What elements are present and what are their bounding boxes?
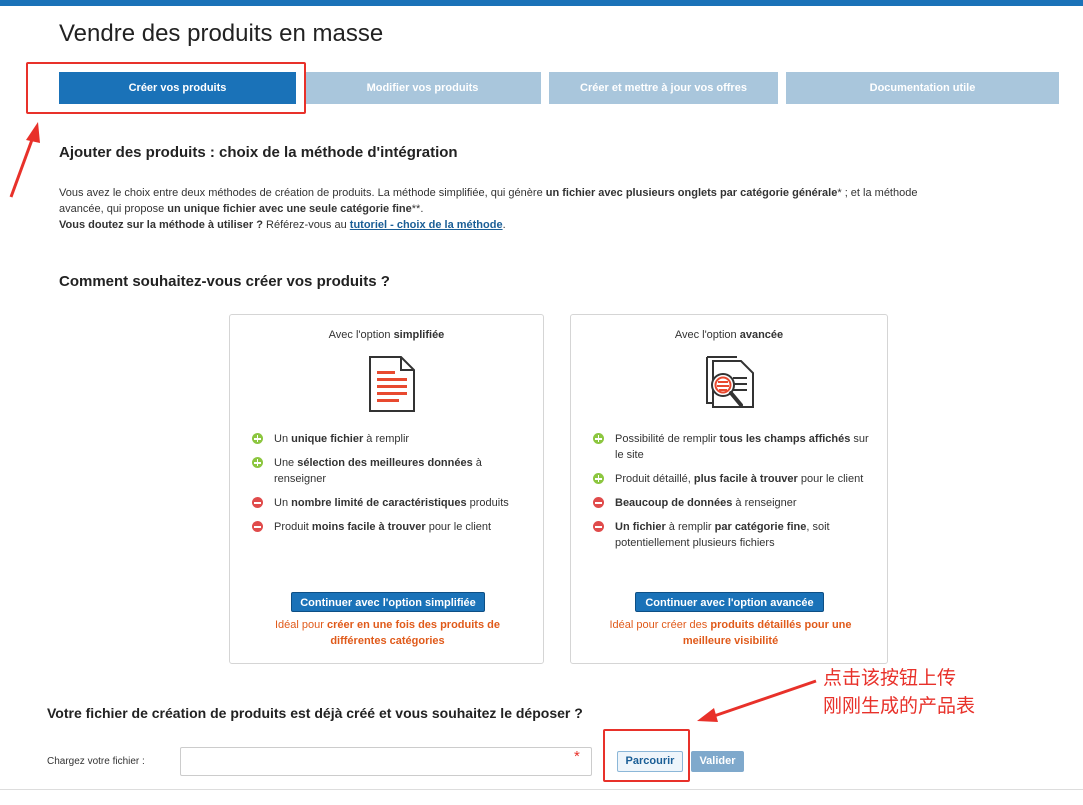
- item-text: Une: [274, 457, 298, 469]
- card-title-option: simplifiée: [393, 329, 445, 341]
- item-text-bold: par catégorie fine: [714, 521, 807, 533]
- intro-text-bold: un fichier avec plusieurs onglets par ca…: [545, 187, 838, 199]
- plus-icon: [593, 433, 604, 444]
- minus-icon: [593, 497, 604, 508]
- item-text: à renseigner: [732, 497, 797, 509]
- arrow-left-icon: [697, 679, 817, 722]
- list-item: Produit détaillé, plus facile à trouver …: [593, 471, 873, 487]
- intro-question: Vous doutez sur la méthode à utiliser ?: [59, 219, 263, 231]
- card-advanced: Avec l'option avancée Possibilité de rem…: [570, 314, 888, 664]
- note-text-bold: créer en une fois des produits de différ…: [326, 619, 500, 647]
- intro-text-part: **.: [411, 203, 424, 215]
- tab-documentation[interactable]: Documentation utile: [786, 72, 1059, 104]
- item-text-bold: plus facile à trouver: [693, 473, 798, 485]
- intro-text-bold: un unique fichier avec une seule catégor…: [167, 203, 412, 215]
- plus-icon: [593, 473, 604, 484]
- card-note: Idéal pour créer des produits détaillés …: [593, 617, 868, 649]
- note-text: Idéal pour: [275, 619, 327, 631]
- plus-icon: [252, 433, 263, 444]
- card-title: Avec l'option avancée: [571, 329, 887, 341]
- intro-text-part: Vous avez le choix entre deux méthodes d…: [59, 187, 546, 199]
- list-item: Un fichier à remplir par catégorie fine,…: [593, 519, 873, 551]
- item-text: Un: [274, 433, 292, 445]
- document-search-icon: [706, 356, 754, 408]
- minus-icon: [252, 497, 263, 508]
- item-text-bold: sélection des meilleures données: [297, 457, 473, 469]
- item-text-bold: unique fichier: [291, 433, 364, 445]
- item-text-bold: tous les champs affichés: [719, 433, 851, 445]
- item-text-bold: Un fichier: [615, 521, 666, 533]
- minus-icon: [593, 521, 604, 532]
- item-text: à remplir: [363, 433, 410, 445]
- intro-heading: Ajouter des produits : choix de la métho…: [59, 144, 458, 161]
- card-simplified: Avec l'option simplifiée Un unique fichi…: [229, 314, 544, 664]
- list-item: Beaucoup de données à renseigner: [593, 495, 873, 511]
- card-title-prefix: Avec l'option: [674, 329, 740, 341]
- item-text: Un: [274, 497, 292, 509]
- plus-icon: [252, 457, 263, 468]
- card-title: Avec l'option simplifiée: [230, 329, 543, 341]
- item-text: pour le client: [425, 521, 492, 533]
- item-text: Produit: [274, 521, 312, 533]
- annotation-line: 刚刚生成的产品表: [823, 695, 976, 717]
- item-text-bold: moins facile à trouver: [311, 521, 426, 533]
- minus-icon: [252, 521, 263, 532]
- item-text: Produit détaillé,: [615, 473, 694, 485]
- item-text: à remplir: [665, 521, 715, 533]
- page-title: Vendre des produits en masse: [59, 20, 384, 47]
- upload-heading: Votre fichier de création de produits es…: [47, 705, 583, 721]
- tutorial-link[interactable]: tutoriel - choix de la méthode: [350, 219, 503, 231]
- list-item: Possibilité de remplir tous les champs a…: [593, 431, 873, 463]
- item-text: produits: [466, 497, 509, 509]
- annotation-line: 点击该按钮上传: [823, 667, 957, 689]
- card-title-option: avancée: [739, 329, 784, 341]
- intro-text-part: .: [502, 219, 506, 231]
- list-item: Un nombre limité de caractéristiques pro…: [252, 495, 527, 511]
- highlight-box-tab: [26, 62, 306, 114]
- item-text-bold: Beaucoup de données: [615, 497, 733, 509]
- list-item: Un unique fichier à remplir: [252, 431, 527, 447]
- continue-advanced-button[interactable]: Continuer avec l'option avancée: [635, 592, 824, 612]
- document-icon: [369, 356, 415, 412]
- item-text-bold: nombre limité de caractéristiques: [291, 497, 467, 509]
- card-title-prefix: Avec l'option: [328, 329, 394, 341]
- file-label: Chargez votre fichier :: [47, 756, 145, 767]
- list-item: Une sélection des meilleures données à r…: [252, 455, 527, 487]
- method-heading: Comment souhaitez-vous créer vos produit…: [59, 273, 390, 290]
- bottom-divider: [0, 789, 1083, 790]
- intro-text-part: Référez-vous au: [262, 219, 350, 231]
- card-feature-list: Un unique fichier à remplir Une sélectio…: [252, 431, 527, 543]
- annotation-text: 点击该按钮上传 刚刚生成的产品表: [823, 664, 975, 720]
- item-text: pour le client: [797, 473, 864, 485]
- top-accent-bar: [0, 0, 1083, 6]
- intro-text: Vous avez le choix entre deux méthodes d…: [59, 185, 959, 233]
- card-feature-list: Possibilité de remplir tous les champs a…: [593, 431, 873, 559]
- item-text: Possibilité de remplir: [615, 433, 720, 445]
- highlight-box-browse: [603, 729, 690, 782]
- tab-offers[interactable]: Créer et mettre à jour vos offres: [549, 72, 778, 104]
- card-note: Idéal pour créer en une fois des produit…: [250, 617, 525, 649]
- continue-simplified-button[interactable]: Continuer avec l'option simplifiée: [291, 592, 485, 612]
- file-input[interactable]: [180, 747, 592, 776]
- arrow-up-icon: [9, 122, 40, 198]
- list-item: Produit moins facile à trouver pour le c…: [252, 519, 527, 535]
- required-asterisk: *: [574, 748, 580, 765]
- tab-edit-products[interactable]: Modifier vos produits: [304, 72, 541, 104]
- note-text: Idéal pour créer des: [609, 619, 711, 631]
- submit-button[interactable]: Valider: [691, 751, 744, 772]
